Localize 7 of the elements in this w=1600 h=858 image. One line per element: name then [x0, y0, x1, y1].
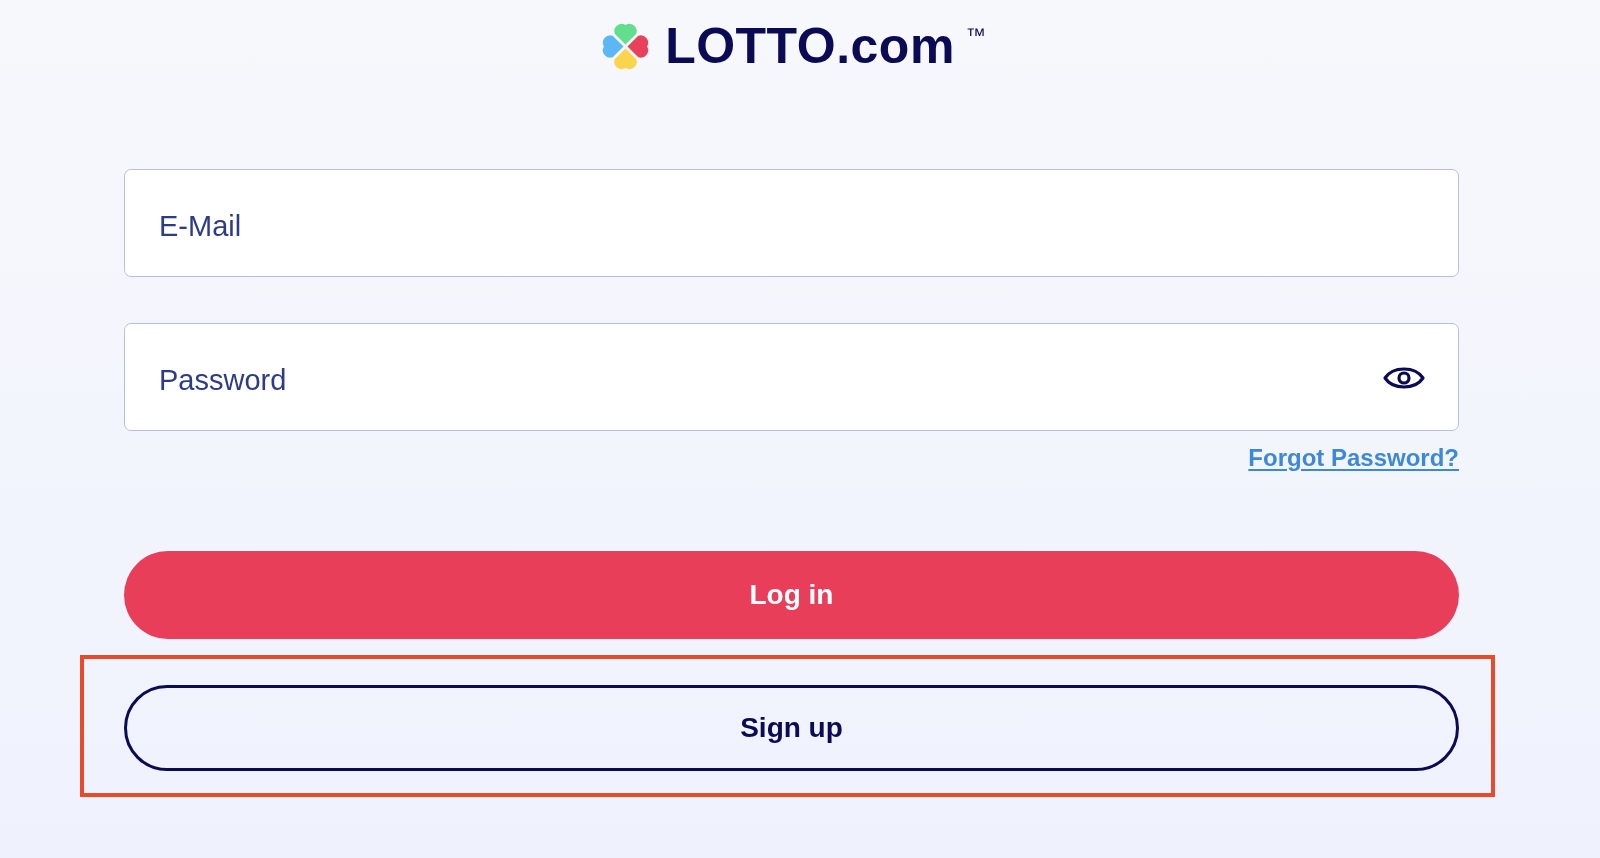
email-field[interactable]: E-Mail: [124, 169, 1459, 277]
log-in-button[interactable]: Log in: [124, 551, 1459, 639]
sign-up-button[interactable]: Sign up: [124, 685, 1459, 771]
logo-wordmark: LOTTO.com: [665, 21, 955, 71]
forgot-password-link[interactable]: Forgot Password?: [1248, 443, 1459, 473]
trademark-sign: ™: [965, 25, 986, 45]
password-field[interactable]: Password: [124, 323, 1459, 431]
